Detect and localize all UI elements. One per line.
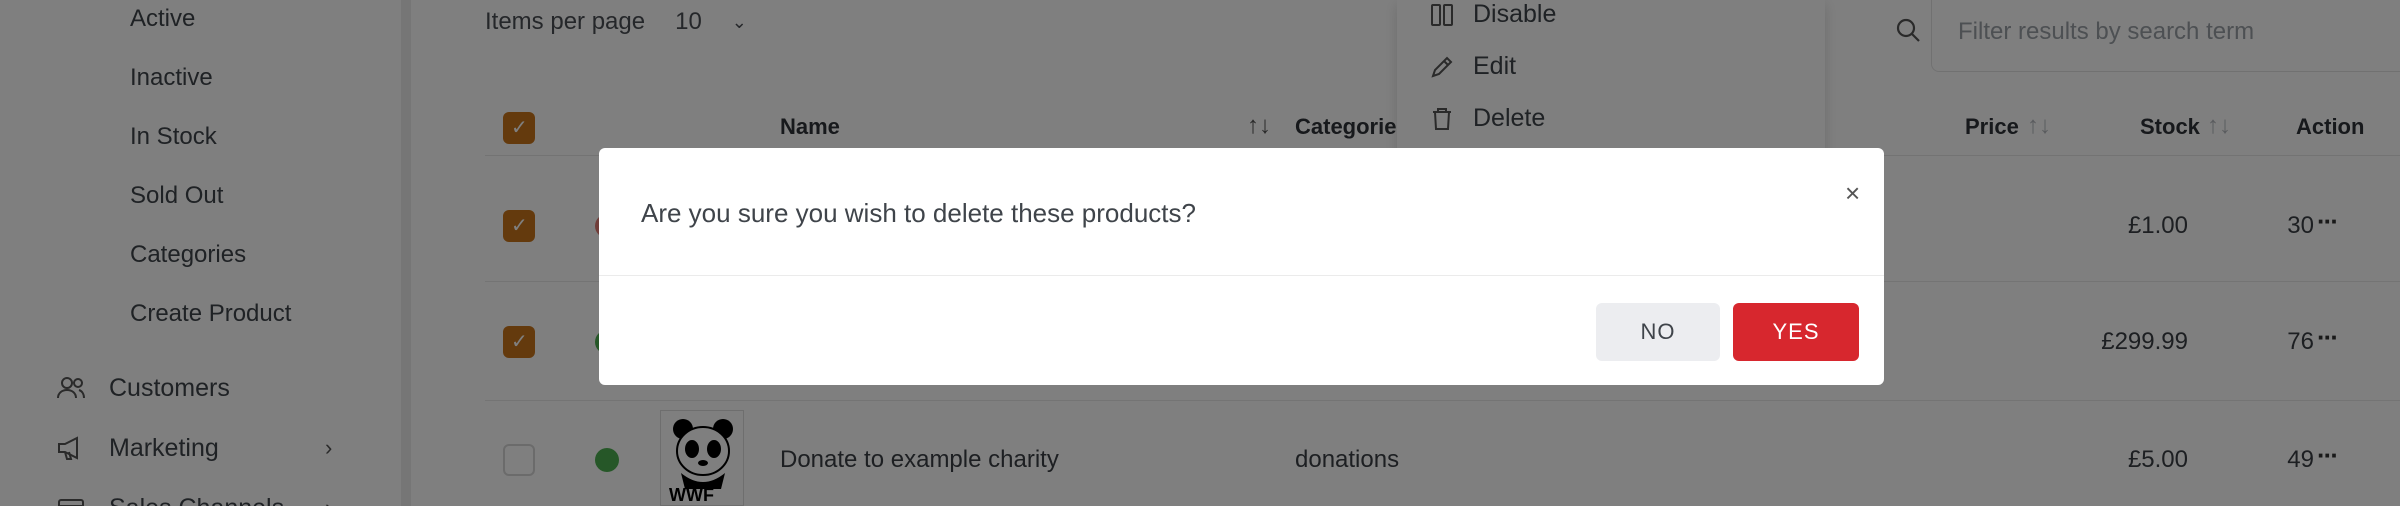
yes-button[interactable]: YES: [1733, 303, 1859, 361]
close-icon[interactable]: ×: [1845, 178, 1860, 209]
dialog-message: Are you sure you wish to delete these pr…: [641, 198, 1196, 228]
confirm-delete-dialog: Are you sure you wish to delete these pr…: [599, 148, 1884, 385]
dialog-divider: [599, 275, 1884, 276]
no-button[interactable]: NO: [1596, 303, 1720, 361]
